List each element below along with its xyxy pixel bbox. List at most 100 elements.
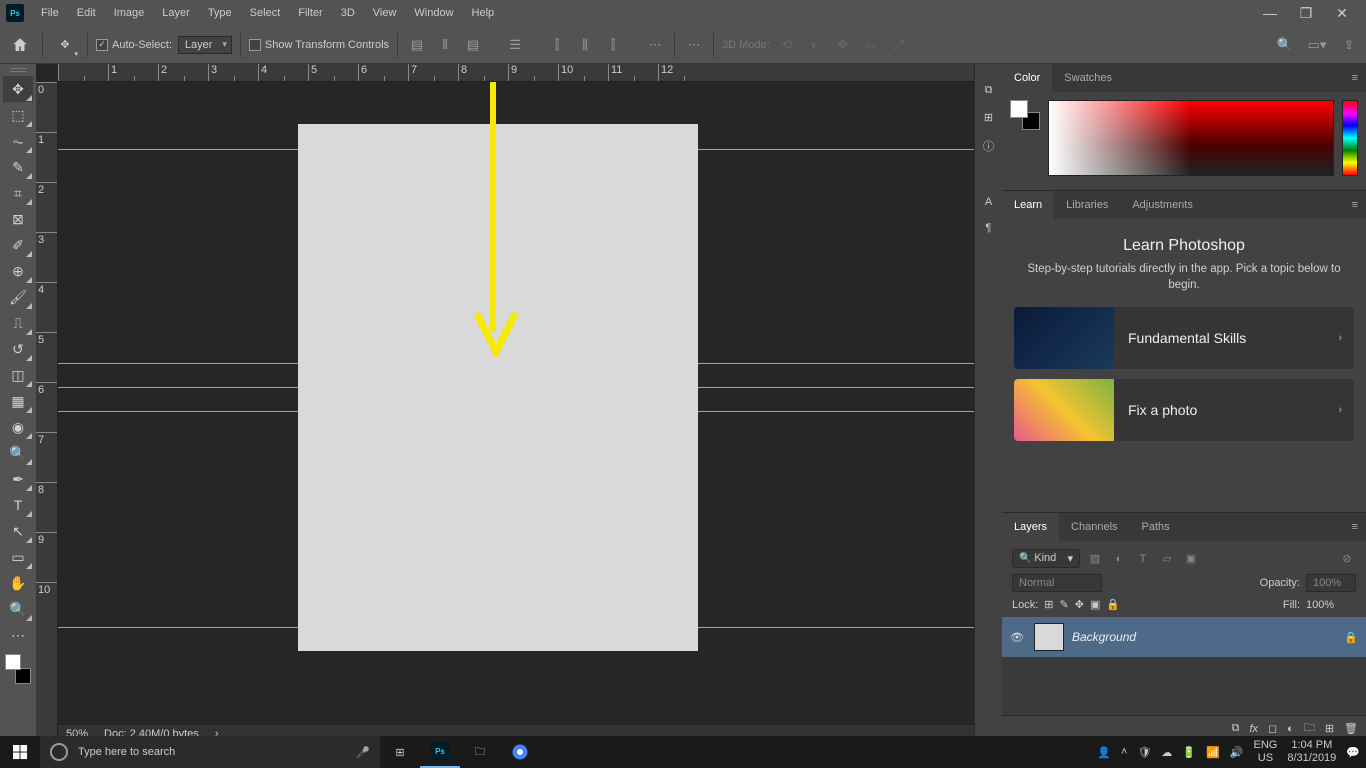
lock-icon[interactable]: 🔒 bbox=[1344, 631, 1358, 644]
color-picker-field[interactable] bbox=[1048, 100, 1334, 176]
filter-shape-icon[interactable]: ▱ bbox=[1158, 550, 1176, 568]
tab-layers[interactable]: Layers bbox=[1002, 513, 1059, 541]
blend-mode-dropdown[interactable]: Normal bbox=[1012, 574, 1102, 592]
people-icon[interactable]: 👤 bbox=[1097, 746, 1111, 759]
panel-menu-icon[interactable]: ≡ bbox=[1344, 72, 1366, 84]
rectangle-tool[interactable]: ▭ bbox=[3, 544, 33, 570]
layer-item-background[interactable]: 👁 Background 🔒 bbox=[1002, 617, 1366, 657]
workspace-switcher-icon[interactable]: ▭▾ bbox=[1306, 34, 1328, 56]
hue-slider[interactable] bbox=[1342, 100, 1358, 176]
menu-image[interactable]: Image bbox=[105, 0, 154, 26]
eraser-tool[interactable]: ◫ bbox=[3, 362, 33, 388]
language-indicator[interactable]: ENGUS bbox=[1254, 739, 1278, 765]
taskbar-explorer[interactable]: 🗀 bbox=[460, 736, 500, 768]
layer-list[interactable]: 👁 Background 🔒 bbox=[1002, 617, 1366, 715]
panel-menu-icon[interactable]: ≡ bbox=[1344, 199, 1366, 211]
layer-style-icon[interactable]: fx bbox=[1249, 723, 1258, 735]
toolbox-grip[interactable] bbox=[10, 68, 26, 74]
learn-card-fundamental[interactable]: Fundamental Skills › bbox=[1014, 307, 1354, 369]
lasso-tool[interactable]: ⏦ bbox=[3, 128, 33, 154]
eyedropper-tool[interactable]: ✐ bbox=[3, 232, 33, 258]
maximize-button[interactable]: ❐ bbox=[1288, 0, 1324, 26]
move-tool[interactable]: ✥ bbox=[3, 76, 33, 102]
lock-transparent-icon[interactable]: ⊞ bbox=[1044, 598, 1053, 611]
tab-learn[interactable]: Learn bbox=[1002, 191, 1054, 219]
filter-adjustment-icon[interactable]: ◐ bbox=[1110, 550, 1128, 568]
tab-adjustments[interactable]: Adjustments bbox=[1120, 191, 1205, 219]
wifi-icon[interactable]: 📶 bbox=[1206, 746, 1220, 759]
filter-pixel-icon[interactable]: ▧ bbox=[1086, 550, 1104, 568]
lock-all-icon[interactable]: 🔒 bbox=[1106, 598, 1120, 611]
lock-position-icon[interactable]: ✥ bbox=[1075, 598, 1084, 611]
type-tool[interactable]: T bbox=[3, 492, 33, 518]
search-icon[interactable]: 🔍 bbox=[1274, 34, 1296, 56]
blur-tool[interactable]: ◉ bbox=[3, 414, 33, 440]
history-panel-icon[interactable]: ⧉ bbox=[985, 84, 993, 97]
menu-edit[interactable]: Edit bbox=[68, 0, 105, 26]
distribute-spacing-icon[interactable]: ⋯ bbox=[644, 34, 666, 56]
volume-icon[interactable]: 🔊 bbox=[1230, 746, 1244, 759]
frame-tool[interactable]: ⊠ bbox=[3, 206, 33, 232]
taskbar-photoshop[interactable]: Ps bbox=[420, 736, 460, 768]
paragraph-panel-icon[interactable]: ¶ bbox=[986, 222, 992, 234]
character-panel-icon[interactable]: A bbox=[985, 196, 992, 208]
ruler-horizontal[interactable]: 123456789101112 bbox=[58, 64, 1002, 82]
more-align-icon[interactable]: ⋯ bbox=[683, 34, 705, 56]
menu-layer[interactable]: Layer bbox=[153, 0, 199, 26]
security-icon[interactable]: 🛡 bbox=[1137, 746, 1151, 759]
link-layers-icon[interactable]: ⧉ bbox=[1232, 722, 1240, 735]
menu-file[interactable]: File bbox=[32, 0, 68, 26]
zoom-tool[interactable]: 🔍 bbox=[3, 596, 33, 622]
pen-tool[interactable]: ✒ bbox=[3, 466, 33, 492]
tab-paths[interactable]: Paths bbox=[1130, 513, 1182, 541]
layer-thumbnail[interactable] bbox=[1034, 623, 1064, 651]
clock[interactable]: 1:04 PM8/31/2019 bbox=[1287, 739, 1336, 765]
tab-channels[interactable]: Channels bbox=[1059, 513, 1129, 541]
menu-filter[interactable]: Filter bbox=[289, 0, 331, 26]
distribute-vcenter-icon[interactable]: ⫼ bbox=[574, 34, 596, 56]
tab-swatches[interactable]: Swatches bbox=[1052, 64, 1124, 92]
show-transform-checkbox[interactable]: Show Transform Controls bbox=[249, 39, 389, 51]
align-top-edges-icon[interactable]: ☰ bbox=[504, 34, 526, 56]
align-right-edges-icon[interactable]: ▤ bbox=[462, 34, 484, 56]
learn-card-fix-photo[interactable]: Fix a photo › bbox=[1014, 379, 1354, 441]
home-button[interactable] bbox=[6, 31, 34, 59]
hand-tool[interactable]: ✋ bbox=[3, 570, 33, 596]
path-select-tool[interactable]: ↖ bbox=[3, 518, 33, 544]
start-button[interactable] bbox=[0, 736, 40, 768]
auto-select-checkbox[interactable]: Auto-Select: bbox=[96, 39, 172, 51]
menu-help[interactable]: Help bbox=[463, 0, 504, 26]
dodge-tool[interactable]: 🔍 bbox=[3, 440, 33, 466]
action-center-icon[interactable]: 💬 bbox=[1346, 746, 1360, 759]
ruler-vertical[interactable]: 012345678910 bbox=[36, 82, 58, 742]
foreground-background-swatch[interactable] bbox=[3, 654, 33, 684]
crop-tool[interactable]: ⌗ bbox=[3, 180, 33, 206]
menu-3d[interactable]: 3D bbox=[332, 0, 364, 26]
adjustment-layer-icon[interactable]: ◐ bbox=[1287, 723, 1294, 735]
clone-stamp-tool[interactable]: ⎍ bbox=[3, 310, 33, 336]
history-brush-tool[interactable]: ↺ bbox=[3, 336, 33, 362]
brush-tool[interactable]: 🖌 bbox=[3, 284, 33, 310]
lock-image-icon[interactable]: ✎ bbox=[1060, 598, 1069, 611]
tab-libraries[interactable]: Libraries bbox=[1054, 191, 1120, 219]
onedrive-icon[interactable]: ☁ bbox=[1161, 746, 1172, 759]
menu-type[interactable]: Type bbox=[199, 0, 241, 26]
properties-panel-icon[interactable]: ⊞ bbox=[984, 111, 993, 124]
task-view-icon[interactable]: ⊞ bbox=[380, 736, 420, 768]
canvas-viewport[interactable]: 123456789101112 012345678910 50% Doc: 2.… bbox=[36, 64, 1002, 742]
new-layer-icon[interactable]: ⊞ bbox=[1325, 722, 1334, 735]
menu-window[interactable]: Window bbox=[405, 0, 462, 26]
battery-icon[interactable]: 🔋 bbox=[1182, 746, 1196, 759]
taskbar-chrome[interactable] bbox=[500, 736, 540, 768]
tray-expand-icon[interactable]: ˄ bbox=[1121, 746, 1127, 758]
minimize-button[interactable]: — bbox=[1252, 0, 1288, 26]
color-panel-swatch[interactable] bbox=[1010, 100, 1040, 130]
layer-name[interactable]: Background bbox=[1072, 630, 1336, 644]
distribute-bottom-icon[interactable]: ⫿ bbox=[602, 34, 624, 56]
edit-toolbar[interactable]: ⋯ bbox=[3, 622, 33, 648]
mic-icon[interactable]: 🎤 bbox=[356, 746, 370, 759]
opacity-input[interactable]: 100% bbox=[1306, 574, 1356, 592]
menu-select[interactable]: Select bbox=[241, 0, 290, 26]
healing-brush-tool[interactable]: ⊕ bbox=[3, 258, 33, 284]
distribute-top-icon[interactable]: ⫿ bbox=[546, 34, 568, 56]
